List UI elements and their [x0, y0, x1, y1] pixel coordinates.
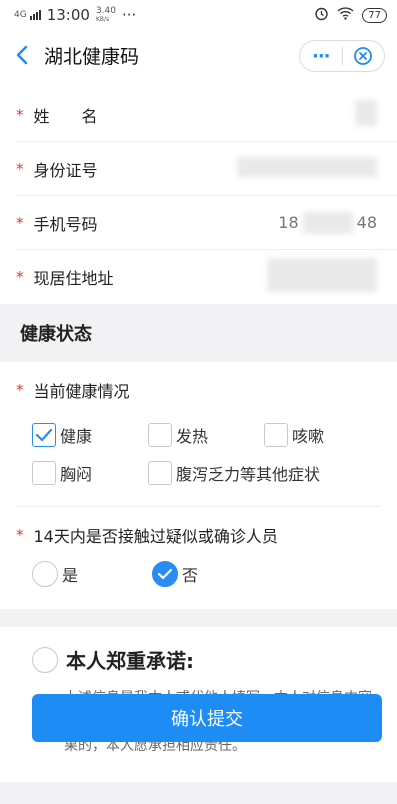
- promise-title: 本人郑重承诺:: [66, 649, 194, 673]
- health-section-title: 健康状态: [0, 304, 397, 362]
- alarm-icon: [314, 6, 329, 25]
- close-button[interactable]: [343, 41, 385, 71]
- basic-info-card: * 姓 名 * 身份证号 * 手机号码 18 48 * 现居住地址: [0, 80, 397, 304]
- network-type: 4G: [14, 10, 27, 20]
- submit-label: 确认提交: [171, 709, 243, 730]
- submit-button[interactable]: 确认提交: [32, 694, 382, 742]
- checkbox-icon: [32, 461, 56, 485]
- mini-app-capsule: ···: [299, 40, 385, 72]
- signal-icon: 4G: [14, 10, 41, 20]
- close-icon: [354, 47, 373, 65]
- status-bar: 4G 13:00 3.40 KB/s ··· 77: [0, 0, 397, 30]
- address-row[interactable]: * 现居住地址: [16, 250, 397, 304]
- clock: 13:00: [46, 6, 90, 24]
- back-button[interactable]: [0, 30, 44, 80]
- promise-toggle[interactable]: 本人郑重承诺:: [0, 645, 397, 674]
- checkbox-checked-icon: [32, 423, 56, 447]
- id-number-row[interactable]: * 身份证号: [16, 142, 397, 196]
- radio-icon: [32, 646, 58, 673]
- health-card: * 当前健康情况 健康 发热 咳嗽 胸闷 腹泻乏力等其他症状 * 14天内是否接…: [0, 362, 397, 609]
- radio-icon: [32, 561, 58, 587]
- battery-icon: 77: [362, 7, 387, 23]
- health-options: 健康 发热 咳嗽 胸闷 腹泻乏力等其他症状: [0, 402, 397, 492]
- contact-options: 是 否: [0, 547, 397, 591]
- notification-dots: ···: [121, 6, 137, 24]
- address-value: [267, 258, 377, 296]
- wifi-icon: [337, 6, 354, 24]
- contact-question: * 14天内是否接触过疑似或确诊人员: [16, 526, 278, 546]
- network-speed: 3.40 KB/s: [95, 6, 116, 24]
- option-fever[interactable]: 发热: [148, 423, 264, 447]
- checkbox-icon: [264, 423, 288, 447]
- id-number-label: 身份证号: [33, 160, 98, 180]
- more-button[interactable]: ···: [300, 41, 342, 71]
- name-label: 姓 名: [33, 106, 98, 126]
- option-healthy[interactable]: 健康: [32, 423, 148, 447]
- health-question: * 当前健康情况: [16, 381, 130, 401]
- nav-bar: 湖北健康码 ···: [0, 30, 397, 80]
- radio-yes[interactable]: 是: [32, 561, 152, 587]
- phone-row[interactable]: * 手机号码 18 48: [16, 196, 397, 250]
- option-chest-tightness[interactable]: 胸闷: [32, 461, 148, 485]
- phone-label: 手机号码: [33, 214, 98, 234]
- name-value: [355, 99, 377, 130]
- phone-value: 18 48: [278, 211, 377, 234]
- option-cough[interactable]: 咳嗽: [264, 423, 324, 447]
- more-icon: ···: [311, 45, 330, 67]
- id-number-value: [237, 156, 377, 181]
- chevron-left-icon: [16, 45, 28, 65]
- checkbox-icon: [148, 461, 172, 485]
- radio-checked-icon: [152, 561, 178, 587]
- option-other-symptoms[interactable]: 腹泻乏力等其他症状: [148, 461, 320, 485]
- name-row[interactable]: * 姓 名: [16, 88, 397, 142]
- checkbox-icon: [148, 423, 172, 447]
- address-label: 现居住地址: [33, 269, 114, 288]
- page-title: 湖北健康码: [44, 45, 140, 68]
- radio-no[interactable]: 否: [152, 561, 198, 587]
